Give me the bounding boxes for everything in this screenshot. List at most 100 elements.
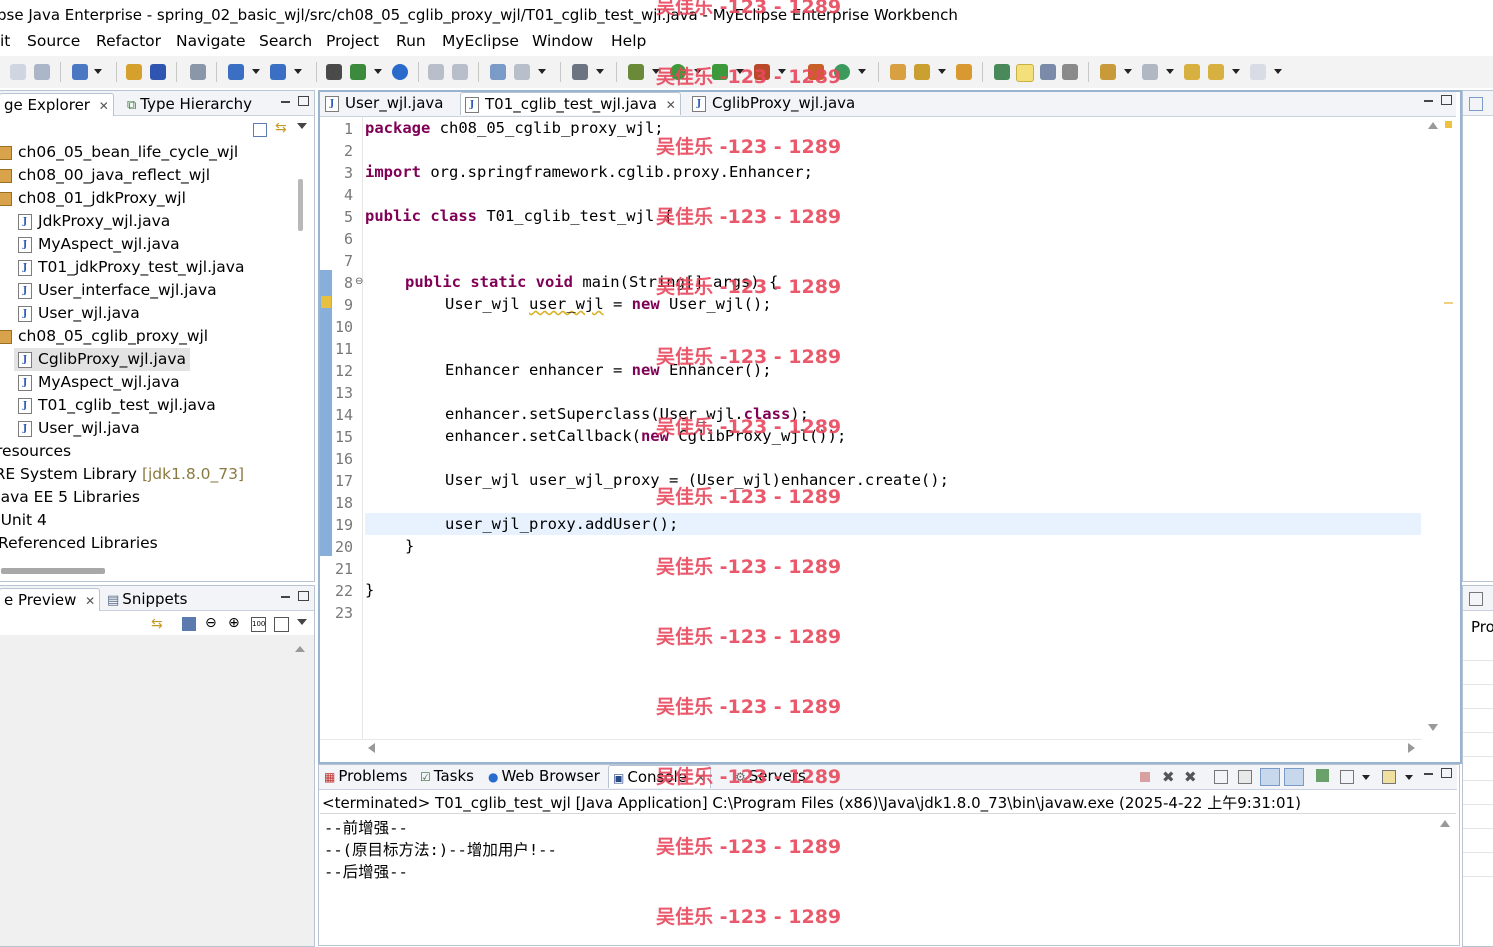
code-line[interactable]: } <box>365 581 374 599</box>
tree-item-file[interactable]: J User_interface_wjl.java <box>18 281 217 299</box>
run-config-icon[interactable] <box>350 64 366 80</box>
open-perspective-icon[interactable] <box>490 64 506 80</box>
code-line[interactable]: import org.springframework.cglib.proxy.E… <box>365 163 813 181</box>
tree-item-package[interactable]: ch08_05_cglib_proxy_wjl <box>0 327 208 345</box>
pin-console-icon[interactable] <box>1316 769 1329 782</box>
code-line[interactable]: package ch08_05_cglib_proxy_wjl; <box>365 119 664 137</box>
scroll-right-icon[interactable] <box>1408 743 1415 753</box>
console-output-line[interactable]: --前增强-- <box>324 816 408 838</box>
tab-t01-cglib-test[interactable]: J T01_cglib_test_wjl.java ✕ <box>460 92 681 115</box>
tab-tasks[interactable]: ☑ Tasks <box>416 765 478 787</box>
open-console-icon[interactable] <box>1382 770 1396 784</box>
maximize-icon[interactable] <box>1441 768 1452 778</box>
menu-refactor[interactable]: Refactor <box>96 32 161 50</box>
scroll-up-icon[interactable] <box>1440 820 1450 827</box>
tab-cglibproxy-wjl[interactable]: J CglibProxy_wjl.java <box>688 92 859 114</box>
screenshot-icon[interactable] <box>572 64 588 80</box>
remove-all-icon[interactable]: ✖ <box>1184 768 1197 786</box>
view-menu-icon[interactable] <box>297 619 307 625</box>
minimize-icon[interactable] <box>281 596 290 598</box>
web-icon[interactable] <box>392 64 408 80</box>
overview-warning-icon[interactable] <box>1445 121 1452 128</box>
actual-size-icon[interactable]: 100 <box>251 617 266 632</box>
fit-page-icon[interactable] <box>274 617 289 632</box>
clear-console-icon[interactable] <box>1214 770 1228 784</box>
tab-web-browser[interactable]: ● Web Browser <box>484 765 604 787</box>
code-line[interactable]: user_wjl_proxy.addUser(); <box>445 515 678 533</box>
minimize-icon[interactable] <box>1424 773 1433 775</box>
minimize-icon[interactable] <box>1424 100 1433 102</box>
console-output-line[interactable]: --(原目标方法:)--增加用户!-- <box>324 838 557 860</box>
menu-myeclipse[interactable]: MyEclipse <box>442 32 519 50</box>
highlight-icon[interactable] <box>1016 64 1034 82</box>
tab-snippets[interactable]: ▤ Snippets <box>103 588 191 610</box>
server-icon[interactable] <box>190 64 206 80</box>
collapse-all-icon[interactable] <box>253 123 267 137</box>
scroll-lock-icon[interactable] <box>1238 770 1252 784</box>
tab-type-hierarchy[interactable]: ⧉ Type Hierarchy <box>123 93 256 115</box>
show-stdout-icon[interactable] <box>1260 768 1280 786</box>
tab-user-wjl[interactable]: J User_wjl.java <box>321 92 448 114</box>
link-editor-icon[interactable]: ⇆ <box>275 121 289 135</box>
close-icon[interactable]: ✕ <box>85 594 95 608</box>
menu-run[interactable]: Run <box>396 32 426 50</box>
console-output-line[interactable]: --后增强-- <box>324 860 408 882</box>
h-scrollbar[interactable] <box>320 739 1422 758</box>
scroll-up-icon[interactable] <box>1428 122 1438 129</box>
menu-window[interactable]: Window <box>532 32 593 50</box>
settings-icon[interactable] <box>514 64 530 80</box>
tree-item-file[interactable]: J MyAspect_wjl.java <box>18 373 180 391</box>
prev-annotation-icon[interactable] <box>1142 64 1158 80</box>
print-icon[interactable] <box>34 64 50 80</box>
tree-item-library[interactable]: Referenced Libraries <box>0 534 158 552</box>
terminate-icon[interactable] <box>1140 772 1150 782</box>
pencil-icon[interactable] <box>914 64 930 80</box>
zoom-out-icon[interactable]: ⊖ <box>205 615 217 631</box>
tree-item-file[interactable]: J JdkProxy_wjl.java <box>18 212 170 230</box>
code-line[interactable]: } <box>405 537 414 555</box>
bug-icon[interactable] <box>628 64 644 80</box>
block-select-icon[interactable] <box>1040 64 1056 80</box>
maximize-icon[interactable] <box>298 96 309 106</box>
debug-config-icon[interactable] <box>326 64 342 80</box>
back-icon[interactable] <box>1208 64 1224 80</box>
tree-item-package[interactable]: ch08_01_jdkProxy_wjl <box>0 189 186 207</box>
deploy-icon[interactable] <box>150 64 166 80</box>
last-edit-icon[interactable] <box>1184 64 1200 80</box>
tree-item-file[interactable]: J User_wjl.java <box>18 304 140 322</box>
tab-preview[interactable]: e Preview ✕ <box>0 588 101 611</box>
view-menu-icon[interactable] <box>297 123 307 129</box>
open-folder-icon[interactable] <box>890 64 906 80</box>
scroll-up-icon[interactable] <box>295 646 305 652</box>
save-all-icon[interactable] <box>10 64 26 80</box>
tree-item-file[interactable]: J T01_jdkProxy_test_wjl.java <box>18 258 244 276</box>
close-icon[interactable]: ✕ <box>666 98 676 112</box>
overview-marker[interactable] <box>1444 302 1453 304</box>
mark-occurrences-icon[interactable] <box>994 64 1010 80</box>
tree-item-package[interactable]: ch08_00_java_reflect_wjl <box>0 166 210 184</box>
tree-item-file-selected[interactable]: J CglibProxy_wjl.java <box>14 348 191 371</box>
menu-project[interactable]: Project <box>326 32 379 50</box>
new-wizard-icon[interactable] <box>72 64 88 80</box>
package-icon[interactable] <box>126 64 142 80</box>
show-stderr-icon[interactable] <box>1284 768 1304 786</box>
tree-item-file[interactable]: J T01_cglib_test_wjl.java <box>18 396 216 414</box>
tree-item-package[interactable]: ch06_05_bean_life_cycle_wjl <box>0 143 238 161</box>
menu-edit[interactable]: it <box>0 32 10 50</box>
tab-problems[interactable]: ▦ Problems <box>320 765 411 787</box>
display-console-icon[interactable] <box>1340 770 1354 784</box>
zoom-in-icon[interactable]: ⊕ <box>228 615 240 631</box>
fold-icon[interactable]: ⊖ <box>355 276 363 287</box>
scrollbar-thumb[interactable] <box>298 179 303 231</box>
scroll-down-icon[interactable] <box>1428 724 1438 731</box>
tree-item-folder[interactable]: resources <box>0 442 71 460</box>
tab-package-explorer[interactable]: ge Explorer ✕ <box>0 93 114 116</box>
properties-icon[interactable] <box>1469 592 1483 606</box>
outline-icon[interactable] <box>1469 97 1483 111</box>
open-type-icon[interactable] <box>270 64 286 80</box>
h-scrollbar-thumb[interactable] <box>1 568 105 574</box>
minimize-icon[interactable] <box>281 101 290 103</box>
tree-item-library[interactable]: JUnit 4 <box>0 511 47 529</box>
redo-icon[interactable] <box>452 64 468 80</box>
tree-item-file[interactable]: J MyAspect_wjl.java <box>18 235 180 253</box>
